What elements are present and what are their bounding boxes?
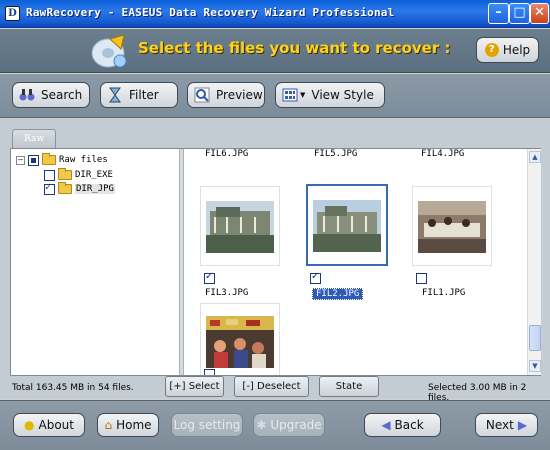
file-name[interactable]: FIL2.JPG xyxy=(312,288,364,300)
file-browser-panel: Raw – Raw files DIR_EXE DIR_JPG xyxy=(0,119,550,403)
file-checkbox[interactable] xyxy=(204,271,215,284)
log-setting-button: Log setting xyxy=(171,413,243,437)
back-arrow-icon: ◀ xyxy=(381,418,391,432)
collapse-icon[interactable]: – xyxy=(16,155,25,165)
maximize-button[interactable]: □ xyxy=(509,3,530,24)
gear-icon: ✱ xyxy=(256,418,267,432)
view-style-label: View Style xyxy=(311,88,374,102)
upgrade-label: Upgrade xyxy=(270,418,322,432)
content-box: – Raw files DIR_EXE DIR_JPG FIL6.JPG FIL… xyxy=(10,148,541,376)
home-label: Home xyxy=(116,418,152,432)
window-title: RawRecovery - EASEUS Data Recovery Wizar… xyxy=(26,6,395,19)
tree-label-root: Raw files xyxy=(59,155,108,165)
total-files-status: Total 163.45 MB in 54 files. xyxy=(12,383,134,393)
tree-node-dir-exe[interactable]: DIR_EXE xyxy=(44,168,113,182)
header-banner: Select the files you want to recover : ?… xyxy=(0,29,550,73)
photo-thumbnail xyxy=(313,200,381,252)
tab-raw[interactable]: Raw xyxy=(12,129,56,149)
back-button[interactable]: ◀ Back xyxy=(364,413,441,437)
preview-label: Preview xyxy=(216,88,263,102)
deselect-all-button[interactable]: [-] Deselect xyxy=(234,376,309,397)
toolbar: Search Filter Preview ▼ View Style xyxy=(0,74,550,118)
file-checkbox[interactable] xyxy=(204,369,215,375)
search-label: Search xyxy=(41,88,83,102)
tree-node-root[interactable]: – Raw files xyxy=(16,153,108,167)
tree-label-dir-exe: DIR_EXE xyxy=(75,170,113,180)
select-all-button[interactable]: [+] Select xyxy=(165,376,224,397)
file-checkbox[interactable] xyxy=(416,273,427,284)
home-icon: ⌂ xyxy=(104,418,113,432)
checkbox-dir-jpg[interactable] xyxy=(44,182,55,195)
tree-node-dir-jpg[interactable]: DIR_JPG xyxy=(44,182,115,196)
folder-icon xyxy=(58,182,72,194)
help-button[interactable]: ? Help xyxy=(476,37,539,63)
file-checkbox[interactable] xyxy=(310,271,321,284)
state-button[interactable]: State xyxy=(319,376,379,397)
preview-button[interactable]: Preview xyxy=(187,82,265,108)
binoculars-icon xyxy=(19,89,35,101)
scrollbar-thumb[interactable] xyxy=(529,325,541,351)
title-bar: D RawRecovery - EASEUS Data Recovery Wiz… xyxy=(0,0,550,28)
file-thumbnail[interactable] xyxy=(200,186,280,266)
filter-label: Filter xyxy=(129,88,159,102)
close-button[interactable]: ✕ xyxy=(530,3,549,24)
magnifier-icon xyxy=(194,87,210,103)
lightbulb-icon: ● xyxy=(24,418,35,432)
tree-label-dir-jpg: DIR_JPG xyxy=(75,184,115,194)
file-name: FIL4.JPG xyxy=(421,149,465,159)
app-icon: D xyxy=(5,6,20,21)
grid-view-icon xyxy=(282,88,298,102)
scroll-up-icon[interactable]: ▲ xyxy=(529,151,541,163)
about-button[interactable]: ● About xyxy=(13,413,85,437)
folder-tree: – Raw files DIR_EXE DIR_JPG xyxy=(11,149,179,375)
search-button[interactable]: Search xyxy=(12,82,90,108)
hourglass-icon xyxy=(109,87,121,103)
file-name: FIL6.JPG xyxy=(205,149,249,159)
filter-button[interactable]: Filter xyxy=(100,82,178,108)
scroll-down-icon[interactable]: ▼ xyxy=(529,360,541,372)
about-label: About xyxy=(38,418,74,432)
photo-thumbnail xyxy=(418,201,486,253)
file-name: FIL1.JPG xyxy=(422,288,466,298)
photo-thumbnail xyxy=(206,316,274,368)
dropdown-arrow-icon: ▼ xyxy=(300,91,306,99)
page-heading: Select the files you want to recover : xyxy=(138,39,451,57)
photo-thumbnail xyxy=(206,201,274,253)
help-label: Help xyxy=(502,43,531,57)
home-button[interactable]: ⌂ Home xyxy=(97,413,159,437)
question-icon: ? xyxy=(484,43,499,57)
file-name: FIL3.JPG xyxy=(205,288,249,298)
file-thumbnail-selected[interactable] xyxy=(306,184,388,266)
minimize-button[interactable]: – xyxy=(488,3,509,24)
checkbox-dir-exe[interactable] xyxy=(44,169,55,181)
file-name: FIL5.JPG xyxy=(314,149,358,159)
folder-icon xyxy=(58,168,72,180)
view-style-button[interactable]: ▼ View Style xyxy=(275,82,385,108)
next-arrow-icon: ▶ xyxy=(517,418,528,432)
folder-icon xyxy=(42,153,56,165)
upgrade-button: ✱ Upgrade xyxy=(253,413,325,437)
file-thumbnail[interactable] xyxy=(412,186,492,266)
next-button[interactable]: Next ▶ xyxy=(475,413,538,437)
bottom-navigation-bar: ● About ⌂ Home Log setting ✱ Upgrade ◀ B… xyxy=(0,400,550,450)
file-thumbnail-grid: FIL6.JPG FIL5.JPG FIL4.JPG FIL3.JPG xyxy=(184,149,527,375)
next-label: Next xyxy=(485,418,514,432)
vertical-scrollbar[interactable]: ▲ ▼ xyxy=(527,149,541,375)
file-thumbnail[interactable] xyxy=(200,303,280,375)
checkbox-root[interactable] xyxy=(28,154,39,166)
disk-logo-icon xyxy=(91,34,127,68)
back-label: Back xyxy=(394,418,424,432)
